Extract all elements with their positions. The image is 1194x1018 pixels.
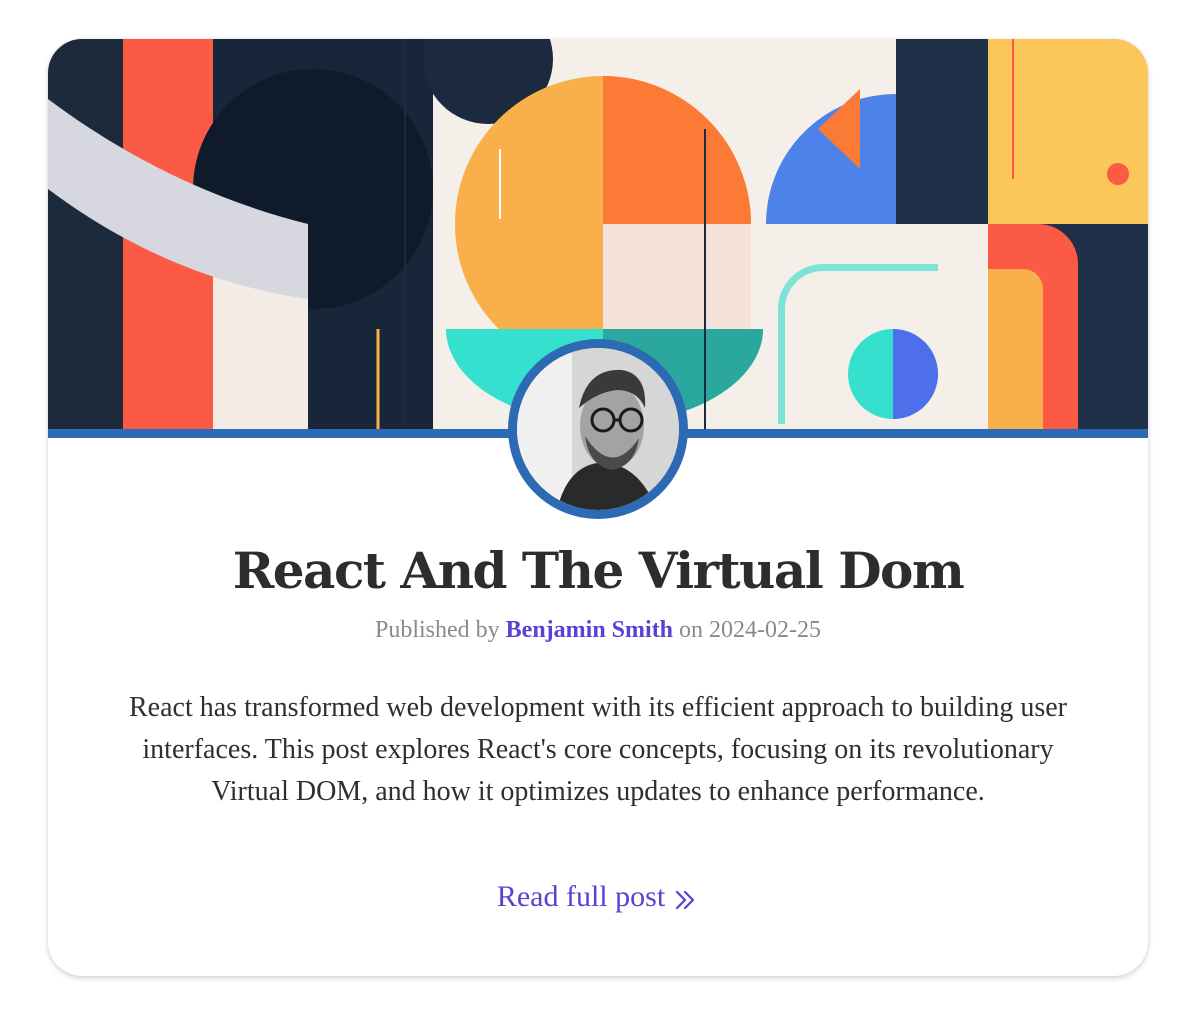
post-meta: Published by Benjamin Smith on 2024-02-2… bbox=[48, 615, 1148, 645]
author-avatar[interactable] bbox=[508, 339, 688, 519]
meta-prefix: Published by bbox=[374, 617, 500, 643]
read-more-label: Read full post bbox=[496, 880, 666, 913]
author-link[interactable]: Benjamin Smith bbox=[506, 617, 673, 643]
post-title: React And The Virtual Dom bbox=[232, 541, 965, 600]
post-date: 2024-02-25 bbox=[709, 617, 822, 643]
post-card: React And The Virtual Dom Published by B… bbox=[48, 39, 1148, 976]
read-full-post-link[interactable]: Read full post bbox=[497, 877, 699, 917]
post-summary: React has transformed web development wi… bbox=[129, 692, 1067, 807]
double-chevron-right-icon bbox=[673, 884, 699, 910]
meta-on: on bbox=[679, 617, 704, 643]
read-more-row: Read full post bbox=[48, 877, 1148, 917]
avatar-photo bbox=[517, 348, 679, 510]
